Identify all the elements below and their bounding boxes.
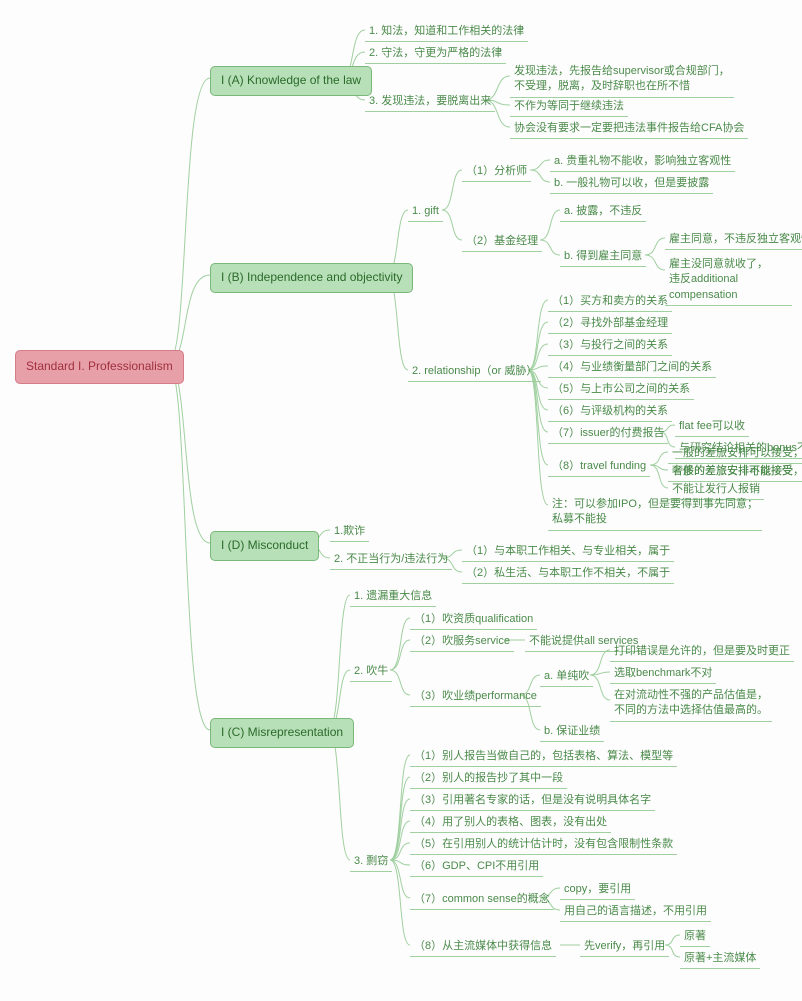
c-3-4: （4）用了别人的表格、图表，没有出处 bbox=[410, 813, 611, 833]
c-3-3: （3）引用著名专家的话，但是没有说明具体名字 bbox=[410, 791, 655, 811]
c-2-3a2: 选取benchmark不对 bbox=[610, 664, 716, 684]
c-1: 1. 遗漏重大信息 bbox=[350, 587, 436, 607]
c-2-2: （2）吹服务service bbox=[410, 632, 514, 652]
b-2: 2. relationship（or 威胁） bbox=[408, 362, 541, 382]
root-node[interactable]: Standard I. Professionalism bbox=[15, 350, 184, 384]
d-2-2: （2）私生活、与本职工作不相关，不属于 bbox=[462, 564, 674, 584]
c-3: 3. 剽窃 bbox=[350, 852, 392, 872]
c-3-8b: 原著 bbox=[680, 927, 710, 947]
b-2-1: （1）买方和卖方的关系 bbox=[548, 292, 672, 312]
d-2-1: （1）与本职工作相关、与专业相关，属于 bbox=[462, 542, 674, 562]
node-a[interactable]: I (A) Knowledge of the law bbox=[210, 66, 372, 96]
c-2-3a1: 打印错误是允许的，但是要及时更正 bbox=[610, 642, 794, 662]
a-2: 2. 守法，守更为严格的法律 bbox=[365, 44, 506, 64]
d-1: 1.欺诈 bbox=[330, 522, 369, 542]
a-3c: 协会没有要求一定要把违法事件报告给CFA协会 bbox=[510, 119, 748, 139]
b-2-7: （7）issuer的付费报告 bbox=[548, 424, 668, 444]
c-3-2: （2）别人的报告抄了其中一段 bbox=[410, 769, 567, 789]
b-1-1a: a. 贵重礼物不能收，影响独立客观性 bbox=[550, 152, 735, 172]
node-b[interactable]: I (B) Independence and objectivity bbox=[210, 263, 413, 293]
c-2-1: （1）吹资质qualification bbox=[410, 610, 537, 630]
c-3-6: （6）GDP、CPI不用引用 bbox=[410, 857, 543, 877]
c-3-7: （7）common sense的概念 bbox=[410, 890, 554, 910]
b-1-1b: b. 一般礼物可以收，但是要披露 bbox=[550, 174, 713, 194]
b-1: 1. gift bbox=[408, 202, 443, 222]
c-3-1: （1）别人报告当做自己的，包括表格、算法、模型等 bbox=[410, 747, 677, 767]
a-1: 1. 知法，知道和工作相关的法律 bbox=[365, 22, 528, 42]
mindmap-canvas: Standard I. Professionalism I (A) Knowle… bbox=[10, 10, 792, 991]
c-3-8a: 先verify，再引用 bbox=[580, 937, 669, 957]
a-3: 3. 发现违法，要脱离出来 bbox=[365, 92, 495, 112]
b-2-9: 注：可以参加IPO，但是要得到事先同意； 私募不能投 bbox=[548, 495, 762, 531]
b-1-2: （2）基金经理 bbox=[462, 232, 542, 252]
c-2-3a3: 在对流动性不强的产品估值是， 不同的方法中选择估值最高的。 bbox=[610, 686, 772, 722]
a-3a: 发现违法，先报告给supervisor或合规部门， 不受理，脱离，及时辞职也在所… bbox=[510, 62, 734, 98]
b-2-8: （8）travel funding bbox=[548, 457, 650, 477]
b-1-2b2: 雇主没同意就收了， 违反additional compensation bbox=[665, 255, 792, 306]
b-1-2b1: 雇主同意，不违反独立客观性 bbox=[665, 230, 802, 250]
c-3-7a: copy，要引用 bbox=[560, 880, 635, 900]
c-3-8: （8）从主流媒体中获得信息 bbox=[410, 937, 556, 957]
c-2-3b: b. 保证业绩 bbox=[540, 722, 604, 742]
b-2-7a: flat fee可以收 bbox=[675, 417, 749, 437]
a-3b: 不作为等同于继续违法 bbox=[510, 97, 628, 117]
c-2-3: （3）吹业绩performance bbox=[410, 687, 541, 707]
c-3-5: （5）在引用别人的统计估计时，没有包含限制性条款 bbox=[410, 835, 677, 855]
d-2: 2. 不正当行为/违法行为 bbox=[330, 550, 452, 570]
c-3-7b: 用自己的语言描述，不用引用 bbox=[560, 902, 711, 922]
b-2-6: （6）与评级机构的关系 bbox=[548, 402, 672, 422]
b-1-2b: b. 得到雇主同意 bbox=[560, 247, 646, 267]
c-2: 2. 吹牛 bbox=[350, 662, 392, 682]
b-2-4: （4）与业绩衡量部门之间的关系 bbox=[548, 358, 716, 378]
c-3-8c: 原著+主流媒体 bbox=[680, 949, 760, 969]
b-2-2: （2）寻找外部基金经理 bbox=[548, 314, 672, 334]
b-1-1: （1）分析师 bbox=[462, 162, 531, 182]
node-d[interactable]: I (D) Misconduct bbox=[210, 531, 319, 561]
b-1-2a: a. 披露，不违反 bbox=[560, 202, 646, 222]
b-2-5: （5）与上市公司之间的关系 bbox=[548, 380, 694, 400]
b-2-3: （3）与投行之间的关系 bbox=[548, 336, 672, 356]
c-2-3a: a. 单纯吹 bbox=[540, 667, 593, 687]
node-c[interactable]: I (C) Misrepresentation bbox=[210, 718, 354, 748]
